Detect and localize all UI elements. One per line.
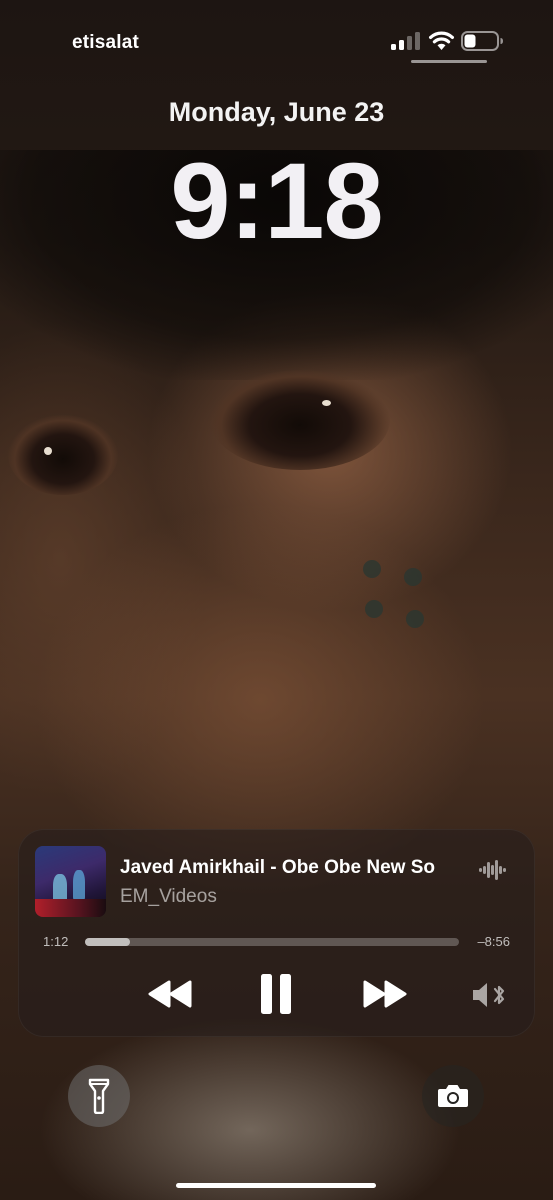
wifi-icon <box>429 31 454 50</box>
song-title[interactable]: Javed Amirkhail - Obe Obe New So <box>120 857 465 879</box>
playback-progress-fill <box>85 938 130 946</box>
status-bar: etisalat <box>0 0 553 80</box>
album-artwork[interactable] <box>35 846 106 917</box>
remaining-time: –8:56 <box>477 934 510 949</box>
wallpaper-tattoo-dot <box>406 610 424 628</box>
lock-screen-date: Monday, June 23 <box>168 97 385 127</box>
wallpaper-tattoo-dot <box>365 600 383 618</box>
fast-forward-icon <box>363 980 407 1008</box>
pause-button[interactable] <box>254 970 298 1018</box>
wallpaper-eye-left <box>8 415 118 495</box>
carrier-name: etisalat <box>72 32 140 53</box>
bluetooth-speaker-icon <box>473 983 505 1007</box>
waveform-icon <box>479 860 506 880</box>
song-artist[interactable]: EM_Videos <box>120 886 217 908</box>
home-indicator[interactable] <box>176 1183 376 1188</box>
camera-button[interactable] <box>422 1065 484 1127</box>
now-playing-widget[interactable]: Javed Amirkhail - Obe Obe New So EM_Vide… <box>18 829 535 1037</box>
audio-output-button[interactable] <box>468 978 512 1012</box>
rewind-button[interactable] <box>143 972 197 1016</box>
rewind-icon <box>148 980 192 1008</box>
elapsed-time: 1:12 <box>43 934 69 949</box>
flashlight-button[interactable] <box>68 1065 130 1127</box>
lock-screen-clock: 9:18 <box>170 140 383 261</box>
wallpaper-tattoo-dot <box>404 568 422 586</box>
fast-forward-button[interactable] <box>358 972 412 1016</box>
wallpaper-eye-right <box>210 370 390 470</box>
playback-scrubber[interactable] <box>85 938 459 946</box>
wallpaper-tattoo-dot <box>363 560 381 578</box>
cellular-signal-icon <box>391 31 421 50</box>
control-center-grabber[interactable] <box>411 60 487 63</box>
battery-icon <box>461 31 503 51</box>
camera-icon <box>438 1085 468 1107</box>
flashlight-icon <box>88 1078 110 1114</box>
pause-icon <box>261 974 291 1014</box>
